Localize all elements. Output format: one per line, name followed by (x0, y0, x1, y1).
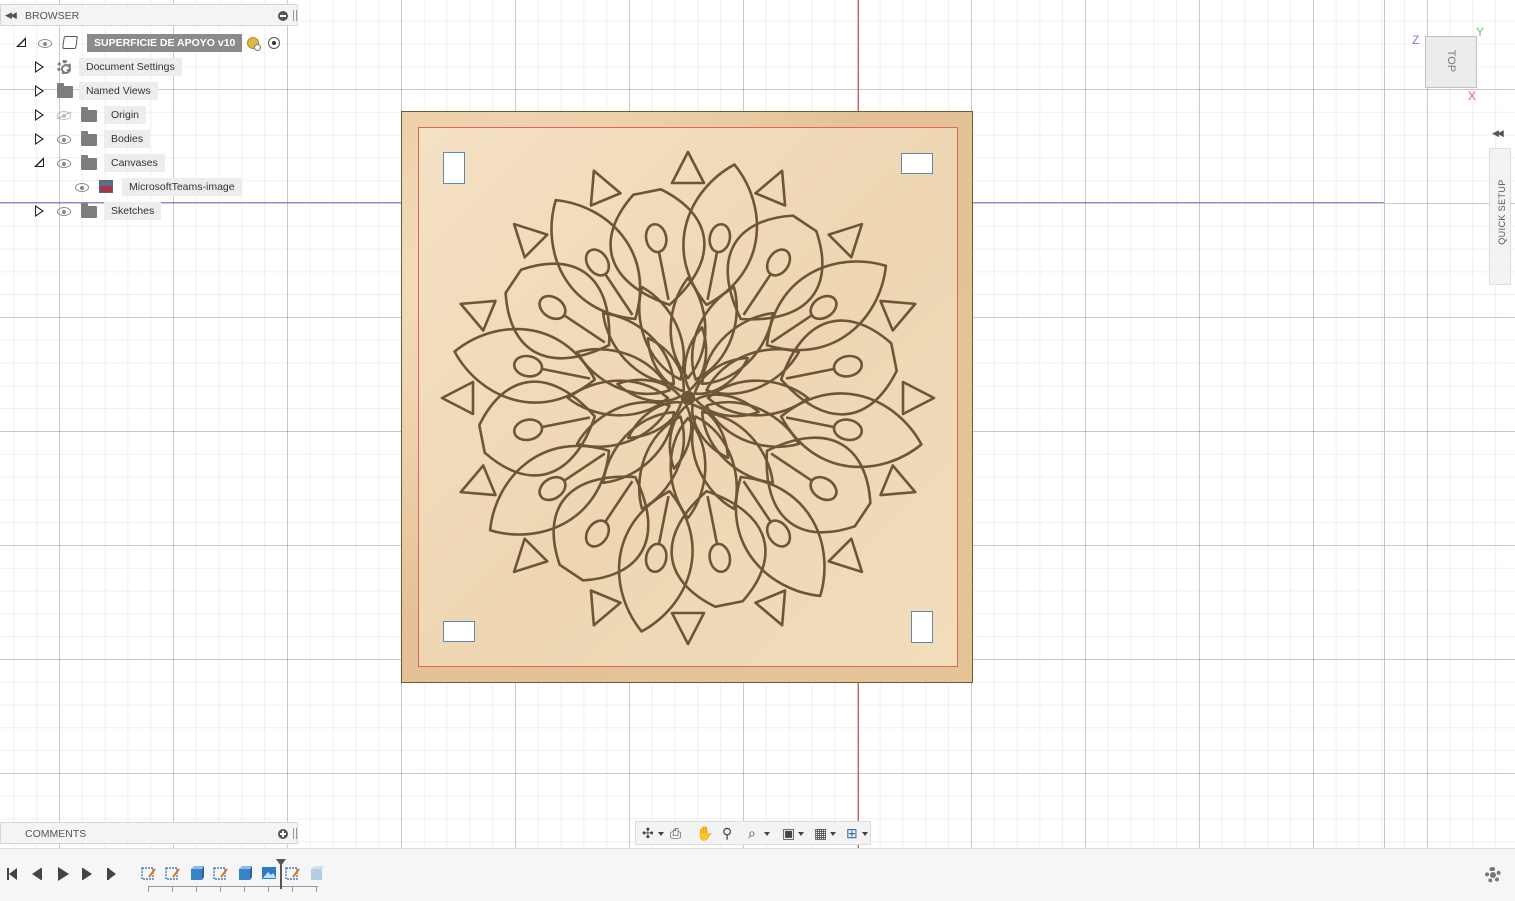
collapsed-icon[interactable] (35, 133, 44, 145)
timeline-settings-icon[interactable] (1485, 867, 1501, 883)
panel-grip-icon[interactable] (293, 828, 297, 839)
collapsed-icon[interactable] (35, 61, 44, 73)
expanded-icon[interactable] (16, 37, 26, 47)
timeline-bar (0, 848, 1515, 901)
step-back-icon[interactable] (28, 866, 46, 882)
timeline-canvas-icon[interactable] (261, 865, 277, 881)
axis-z-label: Z (1412, 33, 1420, 47)
panel-grip-icon[interactable] (293, 10, 297, 21)
axis-x-label: X (1468, 89, 1477, 103)
navigation-toolbar: ✣ ⎙ ✋ ⚲ ⌕ ▣ ▦ ⊞ (635, 821, 871, 845)
minimize-panel-icon[interactable] (278, 11, 288, 21)
axis-y-label: Y (1476, 25, 1485, 39)
browser-item-label[interactable]: Document Settings (79, 58, 182, 76)
look-at-icon[interactable]: ⎙ (668, 825, 692, 842)
browser-item-named-views[interactable]: Named Views (0, 81, 298, 101)
gear-icon (57, 60, 71, 74)
pan-icon[interactable]: ✋ (694, 825, 718, 842)
browser-item-label[interactable]: Sketches (104, 202, 162, 220)
timeline-sketch-icon[interactable] (165, 865, 181, 881)
canvas-image-icon (99, 180, 113, 193)
expanded-icon[interactable] (34, 157, 44, 167)
collapsed-icon[interactable] (35, 205, 44, 217)
component-icon (62, 36, 78, 49)
fit-icon[interactable]: ⌕ (746, 825, 770, 842)
browser-item-sketches[interactable]: Sketches (0, 201, 298, 221)
activate-bulb-icon[interactable] (247, 37, 261, 51)
design-canvas-viewport[interactable]: ◀◀ BROWSER SUPERFICIE DE APOYO v10 Docum… (0, 0, 1515, 848)
browser-item-canvases[interactable]: Canvases (0, 153, 298, 173)
comments-panel-header: COMMENTS (0, 822, 298, 844)
viewcube[interactable]: TOP (1425, 36, 1477, 88)
browser-item-label[interactable]: Bodies (104, 130, 151, 148)
folder-icon (81, 155, 97, 170)
hidden-eye-icon[interactable] (57, 111, 71, 120)
browser-item-bodies[interactable]: Bodies (0, 129, 298, 149)
browser-title: BROWSER (25, 10, 80, 22)
browser-item-document-settings[interactable]: Document Settings (0, 57, 298, 77)
collapse-panel-icon[interactable]: ◀◀ (5, 10, 17, 21)
collapse-side-panel-icon[interactable]: ◀◀ (1492, 128, 1504, 139)
visibility-eye-icon[interactable] (57, 207, 71, 216)
timeline-marker[interactable] (276, 859, 286, 889)
timeline-extrude-icon[interactable] (189, 865, 205, 881)
display-settings-icon[interactable]: ▣ (780, 825, 804, 842)
play-icon[interactable] (53, 866, 71, 882)
skip-to-end-icon[interactable] (103, 866, 121, 882)
zoom-icon[interactable]: ⚲ (720, 825, 744, 842)
add-comment-icon[interactable] (278, 829, 288, 839)
grid-icon[interactable]: ▦ (812, 825, 836, 842)
browser-item-label[interactable]: Named Views (79, 82, 158, 100)
browser-panel-header: ◀◀ BROWSER (0, 4, 298, 26)
browser-item-label[interactable]: Canvases (104, 154, 165, 172)
quick-setup-tab[interactable]: QUICK SETUP (1489, 148, 1511, 285)
visibility-eye-icon[interactable] (38, 39, 52, 48)
viewports-icon[interactable]: ⊞ (844, 825, 868, 842)
viewcube-face-label[interactable]: TOP (1445, 50, 1457, 72)
timeline-sketch-icon[interactable] (141, 865, 157, 881)
step-forward-icon[interactable] (78, 866, 96, 882)
browser-item-origin[interactable]: Origin (0, 105, 298, 125)
comments-title: COMMENTS (25, 828, 87, 840)
activate-radio-icon[interactable] (268, 37, 280, 49)
folder-icon (81, 107, 97, 122)
viewport-divider (1384, 0, 1385, 848)
folder-icon (57, 83, 73, 98)
visibility-eye-icon[interactable] (57, 159, 71, 168)
timeline-sketch-icon[interactable] (285, 865, 301, 881)
browser-item-canvas-image[interactable]: MicrosoftTeams-image (0, 177, 298, 197)
folder-icon (81, 203, 97, 218)
timeline-sketch-icon[interactable] (213, 865, 229, 881)
collapsed-icon[interactable] (35, 109, 44, 121)
timeline-ruler (148, 886, 318, 893)
browser-item-label[interactable]: MicrosoftTeams-image (122, 178, 242, 196)
skip-to-start-icon[interactable] (4, 866, 22, 882)
quick-setup-label: QUICK SETUP (1497, 179, 1507, 245)
orbit-icon[interactable]: ✣ (640, 825, 664, 842)
timeline-suppressed-extrude-icon[interactable] (309, 865, 325, 881)
visibility-eye-icon[interactable] (57, 135, 71, 144)
visibility-eye-icon[interactable] (75, 183, 89, 192)
mandala-engraving (440, 150, 936, 646)
browser-root-item[interactable]: SUPERFICIE DE APOYO v10 (0, 33, 298, 53)
collapsed-icon[interactable] (35, 85, 44, 97)
browser-item-label[interactable]: Origin (104, 106, 147, 124)
timeline-extrude-icon[interactable] (237, 865, 253, 881)
root-component-label[interactable]: SUPERFICIE DE APOYO v10 (87, 34, 243, 52)
folder-icon (81, 131, 97, 146)
wood-board-body[interactable] (401, 111, 973, 683)
